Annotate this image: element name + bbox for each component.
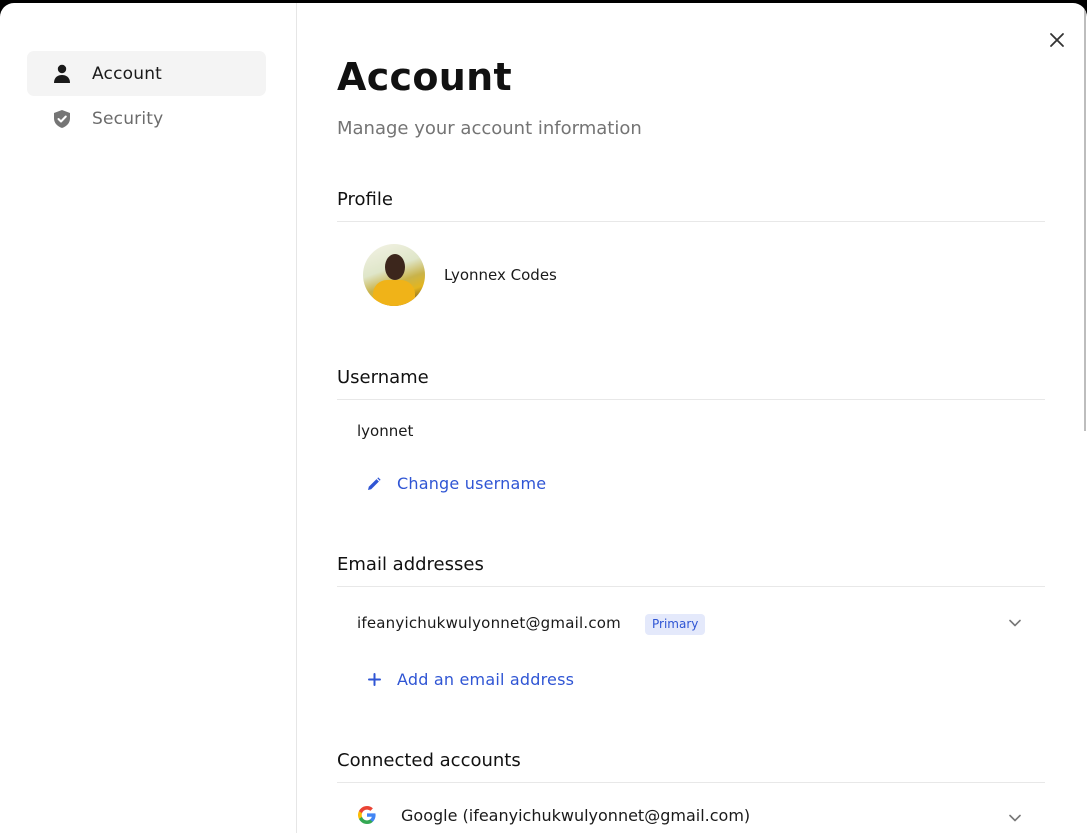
sidebar-item-label: Account xyxy=(92,63,163,84)
add-email-label: Add an email address xyxy=(397,670,575,689)
connected-account-label: Google (ifeanyichukwulyonnet@gmail.com) xyxy=(401,805,751,825)
connected-account-row[interactable]: Google (ifeanyichukwulyonnet@gmail.com) xyxy=(357,805,750,825)
pencil-icon xyxy=(367,476,381,491)
person-icon xyxy=(52,64,72,84)
change-username-label: Change username xyxy=(397,474,547,493)
change-username-button[interactable]: Change username xyxy=(367,474,546,493)
divider xyxy=(337,782,1045,783)
profile-section-title: Profile xyxy=(337,189,393,210)
page-subtitle: Manage your account information xyxy=(337,118,642,139)
page-title: Account xyxy=(337,55,512,99)
chevron-down-icon xyxy=(1008,808,1022,827)
account-modal: Account Security Account Manage your acc… xyxy=(0,3,1087,833)
sidebar-item-security[interactable]: Security xyxy=(27,96,266,141)
shield-check-icon xyxy=(52,109,72,129)
primary-badge: Primary xyxy=(645,614,706,635)
scrollbar[interactable] xyxy=(1084,3,1086,431)
email-section-title: Email addresses xyxy=(337,554,484,575)
connected-account-options-button[interactable] xyxy=(1005,807,1025,827)
username-section-title: Username xyxy=(337,367,429,388)
divider xyxy=(337,221,1045,222)
plus-icon xyxy=(367,673,381,687)
add-email-button[interactable]: Add an email address xyxy=(367,670,574,689)
sidebar-nav: Account Security xyxy=(0,3,297,833)
google-icon xyxy=(357,805,377,825)
close-button[interactable] xyxy=(1045,30,1069,54)
connected-section-title: Connected accounts xyxy=(337,750,521,771)
username-value: lyonnet xyxy=(357,422,414,440)
avatar[interactable] xyxy=(363,244,425,306)
divider xyxy=(337,586,1045,587)
email-options-button[interactable] xyxy=(1005,612,1025,632)
divider xyxy=(337,399,1045,400)
sidebar-item-account[interactable]: Account xyxy=(27,51,266,96)
chevron-down-icon xyxy=(1008,613,1022,632)
email-address: ifeanyichukwulyonnet@gmail.com xyxy=(357,614,621,632)
sidebar-item-label: Security xyxy=(92,108,164,129)
profile-name: Lyonnex Codes xyxy=(444,266,557,284)
close-icon xyxy=(1049,32,1065,52)
